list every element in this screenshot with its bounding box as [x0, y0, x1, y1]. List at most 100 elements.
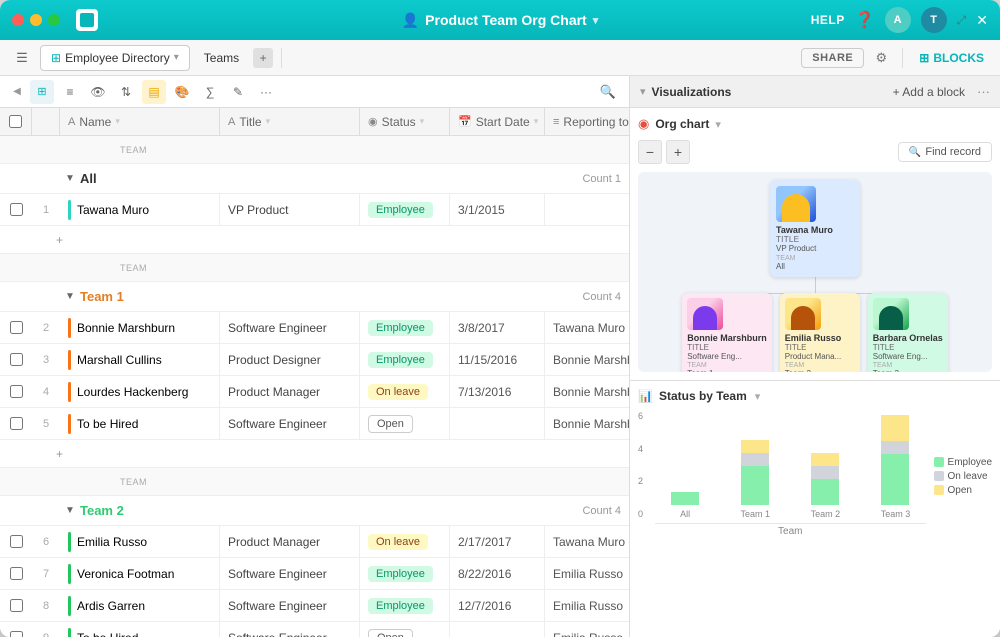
row-checkbox[interactable] [0, 535, 32, 548]
status-chart-label: Status by Team [659, 389, 747, 403]
table-row[interactable]: 7 Veronica Footman Software Engineer Emp… [0, 558, 629, 590]
group-icon-btn[interactable]: ▤ [142, 80, 166, 104]
org-chart-label: Org chart [655, 117, 709, 131]
header-reporting-col[interactable]: ≡ Reporting to ▾ [545, 108, 630, 135]
row-select[interactable] [10, 385, 23, 398]
status-sort-icon[interactable]: ▾ [420, 116, 425, 127]
hide-icon-btn[interactable]: 👁 [86, 80, 110, 104]
color-icon-btn[interactable]: 🎨 [170, 80, 194, 104]
row-select[interactable] [10, 599, 23, 612]
org-node-barbara[interactable]: Barbara Ornelas TITLE Software Eng... TE… [868, 293, 948, 372]
org-chart-dropdown-icon[interactable]: ▾ [715, 118, 721, 131]
share-button[interactable]: SHARE [801, 48, 864, 68]
add-tab-button[interactable]: + [253, 48, 273, 68]
date-sort-icon[interactable]: ▾ [534, 116, 539, 127]
row-checkbox[interactable] [0, 353, 32, 366]
header-checkbox-col[interactable] [0, 108, 32, 135]
row-select[interactable] [10, 631, 23, 637]
close-icon[interactable]: ✕ [976, 12, 988, 29]
row-checkbox[interactable] [0, 321, 32, 334]
add-block-button[interactable]: + Add a block [893, 85, 965, 99]
collapse-sidebar-button[interactable]: ◀ [8, 83, 26, 101]
legend-item: Employee [934, 457, 992, 468]
bar-onleave [811, 466, 839, 479]
row-checkbox[interactable] [0, 599, 32, 612]
table-row[interactable]: 6 Emilia Russo Product Manager On leave … [0, 526, 629, 558]
row-checkbox[interactable] [0, 385, 32, 398]
org-node-emilia[interactable]: Emilia Russo TITLE Product Mana... TEAM … [780, 293, 860, 372]
expand-icon[interactable]: ⤢ [957, 13, 967, 28]
search-button[interactable]: 🔍 [595, 79, 621, 105]
title-dropdown-icon[interactable]: ▾ [593, 14, 599, 27]
row-checkbox[interactable] [0, 631, 32, 637]
sort-icon-btn[interactable]: ⇅ [114, 80, 138, 104]
grid-view-button[interactable]: ⊞ [30, 80, 54, 104]
table-row[interactable]: 8 Ardis Garren Software Engineer Employe… [0, 590, 629, 622]
row-select[interactable] [10, 353, 23, 366]
employee-directory-tab[interactable]: ⊞ Employee Directory ▾ [40, 45, 190, 71]
table-row[interactable]: 5 To be Hired Software Engineer Open Bon… [0, 408, 629, 440]
status-badge: Open [368, 629, 413, 637]
header-date-col[interactable]: 📅 Start Date ▾ [450, 108, 545, 135]
header-status-col[interactable]: ◉ Status ▾ [360, 108, 450, 135]
row-select[interactable] [10, 417, 23, 430]
title-sort-icon[interactable]: ▾ [266, 116, 271, 127]
table-row[interactable]: 2 Bonnie Marshburn Software Engineer Emp… [0, 312, 629, 344]
status-chart-dropdown[interactable]: ▾ [755, 390, 761, 403]
table-row[interactable]: 3 Marshall Cullins Product Designer Empl… [0, 344, 629, 376]
find-record-button[interactable]: 🔍 Find record [898, 142, 992, 162]
bar-x-label: Team 1 [740, 509, 770, 519]
avatar-2[interactable]: T [921, 7, 947, 33]
more-icon-btn[interactable]: ··· [254, 80, 278, 104]
hamburger-button[interactable]: ☰ [8, 44, 36, 72]
org-node-bonnie[interactable]: Bonnie Marshburn TITLE Software Eng... T… [682, 293, 772, 372]
row-status-cell: Employee [360, 344, 450, 375]
employee-name: Lourdes Hackenberg [77, 385, 188, 399]
summary-icon-btn[interactable]: ∑ [198, 80, 222, 104]
name-sort-icon[interactable]: ▾ [115, 116, 120, 127]
team-toggle[interactable]: ▼ [60, 169, 80, 189]
add-record-button[interactable]: + [0, 440, 629, 468]
close-traffic-light[interactable] [12, 14, 24, 26]
row-reporting-cell: Emilia Russo [545, 590, 630, 621]
viz-collapse-icon[interactable]: ▾ [640, 85, 646, 98]
toolbar-form-icon[interactable]: ⚙ [868, 45, 894, 71]
bar-group: Team 2 [795, 453, 855, 519]
row-select[interactable] [10, 567, 23, 580]
select-all-checkbox[interactable] [9, 115, 22, 128]
filter-icon-btn[interactable]: ≡ [58, 80, 82, 104]
row-checkbox[interactable] [0, 417, 32, 430]
legend-item: On leave [934, 471, 992, 482]
row-select[interactable] [10, 203, 23, 216]
row-checkbox[interactable] [0, 203, 32, 216]
maximize-traffic-light[interactable] [48, 14, 60, 26]
status-badge: Open [368, 415, 413, 433]
zoom-out-button[interactable]: − [638, 140, 662, 164]
add-record-button[interactable]: + [0, 226, 629, 254]
help-icon[interactable]: ❓ [855, 10, 875, 30]
avatar-1[interactable]: A [885, 7, 911, 33]
employee-name: Marshall Cullins [77, 353, 162, 367]
org-node-tawana[interactable]: Tawana Muro TITLE VP Product TEAM All [770, 180, 860, 277]
add-row-icon: + [56, 233, 63, 247]
help-label[interactable]: HELP [811, 13, 845, 27]
row-select[interactable] [10, 321, 23, 334]
blocks-button[interactable]: ⊞ BLOCKS [911, 47, 992, 69]
status-col-label: Status [382, 115, 416, 129]
team-toggle[interactable]: ▼ [60, 501, 80, 521]
header-name-col[interactable]: A Name ▾ [60, 108, 220, 135]
zoom-in-button[interactable]: + [666, 140, 690, 164]
row-checkbox[interactable] [0, 567, 32, 580]
row-select[interactable] [10, 535, 23, 548]
minimize-traffic-light[interactable] [30, 14, 42, 26]
color-bar [68, 382, 71, 402]
edit-icon-btn[interactable]: ✎ [226, 80, 250, 104]
header-title-col[interactable]: A Title ▾ [220, 108, 360, 135]
viz-more-icon[interactable]: ··· [977, 84, 990, 99]
table-row[interactable]: 9 To be Hired Software Engineer Open Emi… [0, 622, 629, 637]
team-name: Team 1 [80, 289, 124, 304]
table-row[interactable]: 1 Tawana Muro VP Product Employee 3/1/20… [0, 194, 629, 226]
teams-tab[interactable]: Teams [194, 45, 249, 71]
table-row[interactable]: 4 Lourdes Hackenberg Product Manager On … [0, 376, 629, 408]
team-toggle[interactable]: ▼ [60, 287, 80, 307]
